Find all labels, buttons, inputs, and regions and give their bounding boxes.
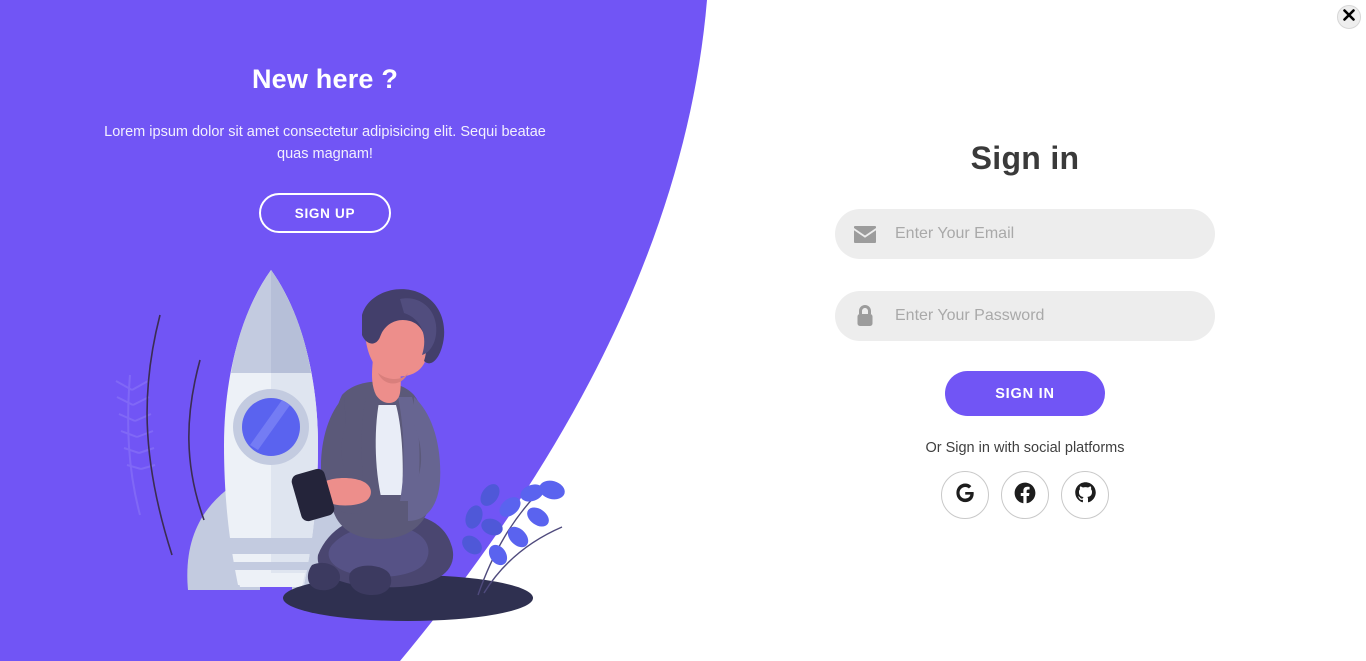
signin-form: Sign in SIGN IN Or Sign in with social p… (835, 140, 1215, 519)
facebook-signin-button[interactable] (1001, 471, 1049, 519)
promo-panel: New here ? Lorem ipsum dolor sit amet co… (0, 0, 650, 233)
signin-page: New here ? Lorem ipsum dolor sit amet co… (0, 0, 1366, 661)
promo-title: New here ? (251, 64, 399, 94)
rocket-and-person-illustration (100, 255, 600, 625)
github-signin-button[interactable] (1061, 471, 1109, 519)
google-icon (954, 482, 976, 509)
close-icon (1343, 8, 1355, 26)
social-signin-label: Or Sign in with social platforms (925, 440, 1125, 456)
close-button[interactable] (1337, 5, 1361, 29)
google-signin-button[interactable] (941, 471, 989, 519)
sign-in-button[interactable]: SIGN IN (945, 371, 1105, 416)
password-input[interactable] (895, 292, 1215, 340)
social-buttons (835, 471, 1215, 519)
password-field-wrapper[interactable] (835, 291, 1215, 341)
envelope-icon (835, 225, 895, 243)
email-field-wrapper[interactable] (835, 209, 1215, 259)
form-title: Sign in (970, 140, 1080, 176)
facebook-icon (1013, 481, 1037, 510)
email-input[interactable] (895, 210, 1215, 258)
sign-up-button[interactable]: SIGN UP (258, 193, 392, 233)
github-icon (1074, 481, 1097, 509)
lock-icon (835, 305, 895, 327)
promo-description: Lorem ipsum dolor sit amet consectetur a… (104, 124, 546, 162)
